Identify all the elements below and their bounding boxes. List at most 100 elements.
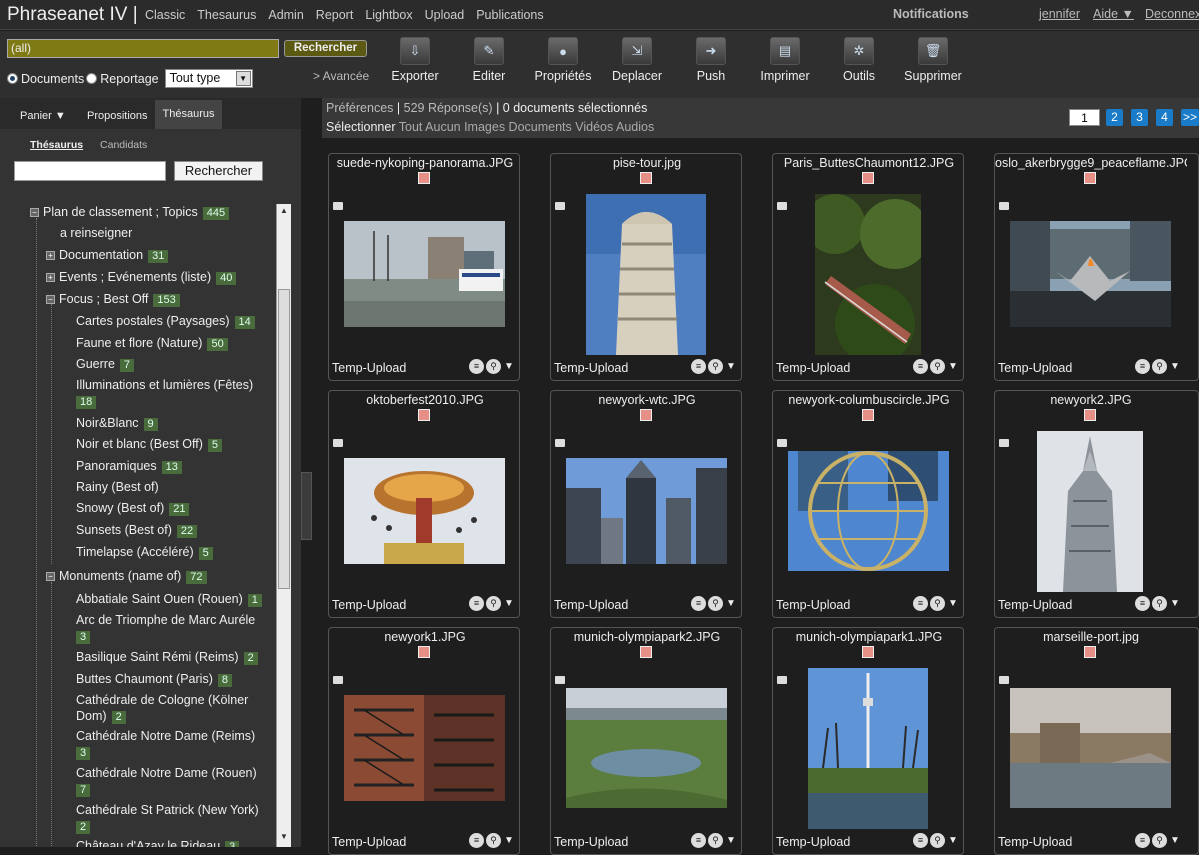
menu-thesaurus[interactable]: Thesaurus: [197, 8, 256, 22]
chevron-down-icon[interactable]: ▼: [726, 598, 736, 609]
menu-upload[interactable]: Upload: [425, 8, 465, 22]
preview-icon[interactable]: ⚲: [486, 359, 501, 374]
result-card[interactable]: marseille-port.jpg Temp-Upload ≡ ⚲ ▼: [994, 627, 1199, 855]
select-checkbox[interactable]: [862, 646, 874, 658]
preferences-link[interactable]: Préférences: [326, 101, 393, 115]
preview-icon[interactable]: ⚲: [930, 833, 945, 848]
info-icon[interactable]: ≡: [691, 359, 706, 374]
tree-node[interactable]: Noir&Blanc 9: [76, 415, 158, 431]
info-icon[interactable]: ≡: [913, 833, 928, 848]
select-options-links[interactable]: Tout Aucun Images Documents Vidéos Audio…: [399, 120, 654, 134]
chevron-down-icon[interactable]: ▼: [726, 361, 736, 372]
tree-node[interactable]: Arc de Triomphe de Marc Auréle 3: [76, 612, 272, 644]
select-checkbox[interactable]: [862, 409, 874, 421]
select-checkbox[interactable]: [418, 409, 430, 421]
search-button[interactable]: Rechercher: [284, 40, 367, 57]
thesaurus-search-button[interactable]: Rechercher: [174, 161, 263, 181]
page-3[interactable]: 3: [1131, 109, 1148, 126]
info-icon[interactable]: ≡: [913, 359, 928, 374]
tree-scrollbar[interactable]: ▲ ▼: [276, 204, 291, 847]
info-icon[interactable]: ≡: [469, 596, 484, 611]
tree-node[interactable]: a reinseigner: [60, 225, 132, 241]
edit-button[interactable]: ✎ Editer: [452, 37, 526, 83]
menu-publications[interactable]: Publications: [476, 8, 543, 22]
info-icon[interactable]: ≡: [1135, 833, 1150, 848]
expand-icon[interactable]: +: [46, 273, 55, 282]
tree-node[interactable]: Timelapse (Accéléré) 5: [76, 544, 213, 560]
tree-node[interactable]: Guerre 7: [76, 356, 135, 372]
select-checkbox[interactable]: [1084, 172, 1096, 184]
thumbnail-image[interactable]: [344, 458, 505, 564]
select-checkbox[interactable]: [862, 172, 874, 184]
thumbnail-image[interactable]: [805, 194, 930, 364]
preview-icon[interactable]: ⚲: [486, 596, 501, 611]
info-icon[interactable]: ≡: [469, 833, 484, 848]
subtab-thesaurus[interactable]: Thésaurus: [30, 139, 83, 151]
preview-icon[interactable]: ⚲: [1152, 359, 1167, 374]
scrollbar-thumb[interactable]: [278, 289, 290, 589]
tree-node[interactable]: Cathédrale de Cologne (Kölner Dom) 2: [76, 692, 272, 724]
tree-node[interactable]: Sunsets (Best of) 22: [76, 522, 198, 538]
tree-node[interactable]: Cathédrale Notre Dame (Rouen) 7: [76, 765, 272, 797]
tree-node[interactable]: Château d'Azay le Rideau 3: [76, 838, 240, 847]
page-next[interactable]: >>: [1181, 109, 1199, 126]
tools-button[interactable]: ✲ Outils: [822, 37, 896, 83]
radio-documents[interactable]: [7, 73, 18, 84]
tree-node[interactable]: Rainy (Best of): [76, 479, 159, 495]
thumbnail-image[interactable]: [1010, 688, 1171, 808]
tree-node[interactable]: Illuminations et lumières (Fêtes) 18: [76, 377, 272, 409]
type-select[interactable]: Tout type ▼: [164, 69, 253, 88]
subtab-candidates[interactable]: Candidats: [100, 139, 147, 151]
preview-icon[interactable]: ⚲: [930, 359, 945, 374]
tree-node[interactable]: Buttes Chaumont (Paris) 8: [76, 671, 232, 687]
thumbnail-image[interactable]: [566, 688, 727, 808]
info-icon[interactable]: ≡: [691, 596, 706, 611]
preview-icon[interactable]: ⚲: [930, 596, 945, 611]
tree-node[interactable]: Abbatiale Saint Ouen (Rouen) 1: [76, 591, 262, 607]
expand-icon[interactable]: −: [30, 208, 39, 217]
panel-splitter[interactable]: [301, 472, 312, 540]
result-card[interactable]: munich-olympiapark2.JPG Temp-Upload ≡ ⚲ …: [550, 627, 742, 855]
print-button[interactable]: ▤ Imprimer: [748, 37, 822, 83]
preview-icon[interactable]: ⚲: [486, 833, 501, 848]
select-checkbox[interactable]: [418, 646, 430, 658]
thumbnail-image[interactable]: [586, 194, 706, 355]
expand-icon[interactable]: −: [46, 295, 55, 304]
select-checkbox[interactable]: [640, 646, 652, 658]
help-menu[interactable]: Aide ▼: [1093, 7, 1134, 21]
chevron-down-icon[interactable]: ▼: [504, 598, 514, 609]
result-card[interactable]: oktoberfest2010.JPG Temp-Upload ≡ ⚲ ▼: [328, 390, 520, 618]
select-checkbox[interactable]: [418, 172, 430, 184]
push-button[interactable]: ➜ Push: [674, 37, 748, 83]
page-4[interactable]: 4: [1156, 109, 1173, 126]
tree-node[interactable]: Cartes postales (Paysages) 14: [76, 313, 255, 329]
thumbnail-image[interactable]: [808, 668, 928, 829]
chevron-down-icon[interactable]: ▼: [726, 835, 736, 846]
thumbnail-image[interactable]: [344, 695, 505, 801]
tree-node[interactable]: + Documentation 31: [46, 247, 169, 263]
scroll-down-icon[interactable]: ▼: [279, 832, 289, 841]
result-card[interactable]: newyork1.JPG Temp-Upload ≡ ⚲ ▼: [328, 627, 520, 855]
menu-admin[interactable]: Admin: [268, 8, 303, 22]
chevron-down-icon[interactable]: ▼: [504, 361, 514, 372]
chevron-down-icon[interactable]: ▼: [1170, 835, 1180, 846]
page-current[interactable]: 1: [1069, 109, 1100, 126]
notifications-link[interactable]: Notifications: [893, 7, 969, 21]
chevron-down-icon[interactable]: ▼: [948, 835, 958, 846]
chevron-down-icon[interactable]: ▼: [948, 361, 958, 372]
expand-icon[interactable]: −: [46, 572, 55, 581]
menu-report[interactable]: Report: [316, 8, 354, 22]
select-checkbox[interactable]: [640, 172, 652, 184]
result-card[interactable]: newyork-columbuscircle.JPG Temp-Upload ≡…: [772, 390, 964, 618]
tree-node[interactable]: Panoramiques 13: [76, 458, 182, 474]
delete-button[interactable]: 🗑 Supprimer: [896, 37, 970, 83]
result-card[interactable]: oslo_akerbrygge9_peaceflame.JPG Temp-Upl…: [994, 153, 1199, 381]
menu-lightbox[interactable]: Lightbox: [365, 8, 412, 22]
tree-node[interactable]: Snowy (Best of) 21: [76, 500, 190, 516]
tab-basket[interactable]: Panier ▼: [20, 110, 66, 122]
select-checkbox[interactable]: [640, 409, 652, 421]
info-icon[interactable]: ≡: [913, 596, 928, 611]
select-checkbox[interactable]: [1084, 409, 1096, 421]
chevron-down-icon[interactable]: ▼: [1170, 361, 1180, 372]
move-button[interactable]: ⇲ Deplacer: [600, 37, 674, 83]
